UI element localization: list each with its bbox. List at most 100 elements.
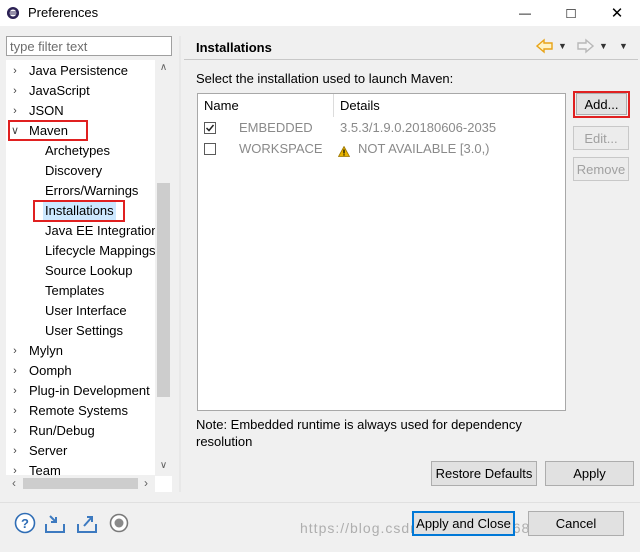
page-title: Installations	[196, 40, 272, 55]
collapsed-chevron-icon[interactable]: ›	[10, 381, 20, 401]
tree-item-user-settings[interactable]: User Settings	[6, 321, 172, 341]
tree-item-label: User Interface	[45, 303, 127, 318]
tree-item-label: Java EE Integration	[45, 223, 159, 238]
warning-icon	[337, 143, 351, 163]
collapsed-chevron-icon[interactable]: ›	[10, 361, 20, 381]
scroll-down-arrow-icon[interactable]: ∨	[158, 460, 169, 472]
forward-dropdown-icon[interactable]: ▼	[599, 38, 609, 54]
table-row[interactable]: WORKSPACE NOT AVAILABLE [3.0,)	[198, 139, 565, 159]
tree-item-label: Lifecycle Mappings	[45, 243, 156, 258]
tree-item-lifecycle-mappings[interactable]: Lifecycle Mappings	[6, 241, 172, 261]
scroll-left-arrow-icon[interactable]: ‹	[8, 476, 20, 491]
table-row[interactable]: EMBEDDED 3.5.3/1.9.0.20180606-2035	[198, 118, 565, 138]
tree-item-label: User Settings	[45, 323, 124, 338]
tree-item-oomph[interactable]: › Oomph	[6, 361, 172, 381]
installations-highlight	[33, 200, 125, 222]
back-arrow-icon	[535, 38, 553, 54]
back-dropdown-icon[interactable]: ▼	[558, 38, 568, 54]
apply-button[interactable]: Apply	[545, 461, 634, 486]
tree-item-label: Oomph	[29, 363, 72, 378]
collapsed-chevron-icon[interactable]: ›	[10, 421, 20, 441]
apply-and-close-button[interactable]: Apply and Close	[412, 511, 515, 536]
installation-checkbox[interactable]	[204, 122, 216, 134]
help-button[interactable]: ?	[14, 512, 36, 534]
view-menu-icon[interactable]: ▼	[619, 38, 629, 54]
tree-item-label: JSON	[29, 103, 64, 118]
help-icon: ?	[14, 512, 36, 534]
tree-horizontal-scroll-thumb[interactable]	[23, 478, 138, 489]
tree-item-label: Archetypes	[45, 143, 111, 158]
collapsed-chevron-icon[interactable]: ›	[10, 61, 20, 81]
restore-defaults-button[interactable]: Restore Defaults	[431, 461, 537, 486]
tree-item-remote-systems[interactable]: › Remote Systems	[6, 401, 172, 421]
maximize-icon: □	[566, 4, 576, 22]
footer-separator	[0, 502, 640, 503]
checkmark-icon	[205, 124, 215, 132]
scroll-up-arrow-icon[interactable]: ∧	[158, 62, 169, 74]
close-window-button[interactable]: ✕	[594, 0, 640, 26]
forward-nav-button[interactable]	[576, 38, 595, 54]
tree-item-mylyn[interactable]: › Mylyn	[6, 341, 172, 361]
column-header-details[interactable]: Details	[334, 94, 565, 117]
export-button[interactable]	[76, 512, 98, 534]
tree-item-label: JavaScript	[29, 83, 90, 98]
header-separator	[184, 59, 638, 60]
tree-item-label: Server	[29, 443, 68, 458]
installation-details: 3.5.3/1.9.0.20180606-2035	[340, 120, 497, 135]
minimize-icon: —	[519, 6, 531, 20]
tree-item-label: Java Persistence	[29, 63, 128, 78]
collapsed-chevron-icon[interactable]: ›	[10, 441, 20, 461]
tree-item-label: Discovery	[45, 163, 103, 178]
maximize-button[interactable]: □	[548, 0, 594, 26]
remove-button[interactable]: Remove	[573, 157, 629, 181]
tree-item-errors-warnings[interactable]: Errors/Warnings	[6, 181, 172, 201]
tree-item-templates[interactable]: Templates	[6, 281, 172, 301]
tree-item-java-persistence[interactable]: › Java Persistence	[6, 61, 172, 81]
installation-details: NOT AVAILABLE [3.0,)	[358, 141, 490, 156]
installation-name: EMBEDDED	[239, 120, 313, 135]
tree-item-label: Plug-in Development	[29, 383, 150, 398]
filter-field[interactable]	[6, 36, 177, 56]
tree-item-discovery[interactable]: Discovery	[6, 161, 172, 181]
tree-item-json[interactable]: › JSON	[6, 101, 172, 121]
record-icon	[109, 513, 129, 533]
embedded-note: Note: Embedded runtime is always used fo…	[196, 417, 522, 449]
tree-item-javascript[interactable]: › JavaScript	[6, 81, 172, 101]
tree-item-label: Run/Debug	[29, 423, 95, 438]
instruction-text: Select the installation used to launch M…	[196, 71, 454, 86]
collapsed-chevron-icon[interactable]: ›	[10, 341, 20, 361]
tree-item-server[interactable]: › Server	[6, 441, 172, 461]
cancel-button[interactable]: Cancel	[528, 511, 624, 536]
tree-item-plug-in-development[interactable]: › Plug-in Development	[6, 381, 172, 401]
import-icon	[45, 515, 65, 533]
maven-highlight	[8, 120, 88, 141]
minimize-button[interactable]: —	[502, 0, 548, 26]
add-button-highlight	[573, 91, 630, 118]
tree-item-source-lookup[interactable]: Source Lookup	[6, 261, 172, 281]
tree-item-label: Templates	[45, 283, 105, 298]
installations-table: Name Details EMBEDDED 3.5.3/1.9.0.2018060…	[197, 93, 566, 411]
svg-text:?: ?	[21, 516, 29, 531]
collapsed-chevron-icon[interactable]: ›	[10, 101, 20, 121]
record-button[interactable]	[108, 512, 130, 534]
tree-item-archetypes[interactable]: Archetypes	[6, 141, 172, 161]
tree-vertical-scroll-thumb[interactable]	[157, 183, 170, 397]
installation-name: WORKSPACE	[239, 141, 323, 156]
close-icon: ✕	[610, 5, 624, 22]
tree-item-label: Errors/Warnings	[45, 183, 139, 198]
column-header-name[interactable]: Name	[198, 94, 334, 117]
panel-divider[interactable]	[179, 36, 181, 492]
installation-checkbox[interactable]	[204, 143, 216, 155]
collapsed-chevron-icon[interactable]: ›	[10, 401, 20, 421]
tree-item-user-interface[interactable]: User Interface	[6, 301, 172, 321]
import-button[interactable]	[44, 512, 66, 534]
back-nav-button[interactable]	[535, 38, 554, 54]
edit-button[interactable]: Edit...	[573, 126, 629, 150]
tree-item-label: Source Lookup	[45, 263, 133, 278]
tree-item-run-debug[interactable]: › Run/Debug	[6, 421, 172, 441]
collapsed-chevron-icon[interactable]: ›	[10, 81, 20, 101]
tree-item-java-ee-integration[interactable]: Java EE Integration	[6, 221, 172, 241]
scroll-right-arrow-icon[interactable]: ›	[140, 476, 152, 491]
window-title: Preferences	[28, 5, 99, 20]
filter-input[interactable]	[7, 37, 177, 55]
